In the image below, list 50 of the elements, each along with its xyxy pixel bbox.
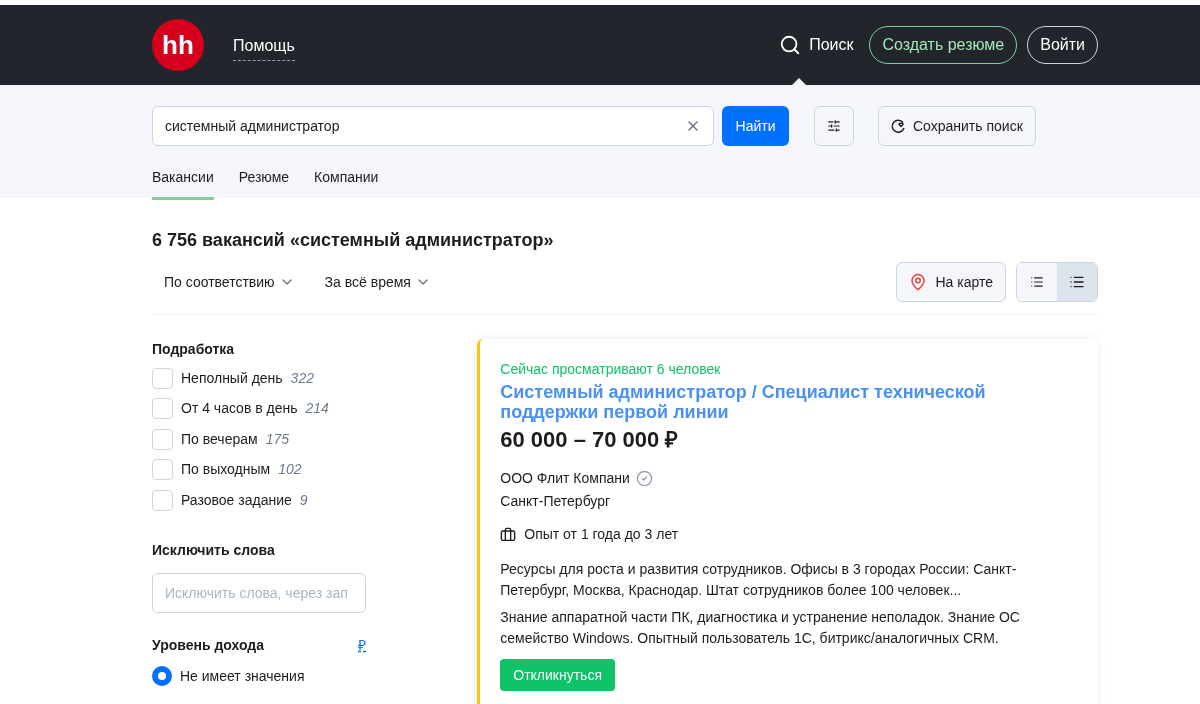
tab[interactable]: Вакансии — [152, 167, 214, 200]
option-count: 322 — [290, 368, 314, 388]
briefcase-icon — [500, 526, 517, 543]
map-button[interactable]: На карте — [896, 262, 1006, 302]
search-icon — [779, 34, 802, 56]
option-label: Не имеет значения — [180, 666, 305, 686]
view-mode-button[interactable] — [1057, 263, 1097, 301]
tab[interactable]: Компании — [314, 167, 379, 200]
filter-title: Подработка — [152, 340, 236, 359]
option-label: По вечерам — [181, 429, 258, 449]
tab[interactable]: Резюме — [238, 167, 290, 200]
search-field[interactable]: системный администратор — [152, 106, 714, 146]
view-mode-button[interactable] — [1017, 263, 1057, 301]
results-title: 6 756 вакансий «системный администратор» — [152, 229, 555, 252]
sliders-icon — [827, 119, 841, 133]
currency-link[interactable]: ₽ — [358, 634, 366, 656]
city: Санкт-Петербург — [500, 492, 612, 511]
checkbox[interactable] — [152, 459, 173, 481]
option-count: 102 — [278, 460, 302, 480]
option-label: Разовое задание — [181, 490, 292, 510]
viewers-note: Сейчас просматривают 6 человек — [500, 360, 722, 379]
exclude-words-field[interactable]: Исключить слова, через зап — [152, 572, 366, 613]
radio-button[interactable] — [152, 666, 172, 686]
list-icon — [1069, 274, 1085, 290]
logo[interactable]: hh — [152, 19, 204, 71]
vacancy-snippet: Знание аппаратной части ПК, диагностика и устранение неполадок. Знание ОС семейство Windows. Опытный пользователь 1С, битрикс/аналогичных CRM. — [500, 608, 1021, 648]
filter-title: Уровень дохода — [152, 635, 265, 655]
company-link[interactable]: ООО Флит Компани — [500, 468, 630, 489]
checkbox[interactable] — [152, 398, 173, 420]
checkbox[interactable] — [152, 489, 173, 511]
option-label: Неполный день — [181, 368, 283, 388]
experience: Опыт от 1 года до 3 лет — [524, 525, 679, 544]
salary: 60 000 – 70 000 ₽ — [500, 426, 680, 454]
filters-button[interactable] — [814, 106, 854, 146]
map-pin-icon — [909, 273, 928, 291]
list-icon — [1030, 275, 1044, 289]
option-count: 214 — [305, 399, 329, 419]
option-count: 175 — [265, 429, 289, 449]
checkbox[interactable] — [152, 428, 173, 450]
filter-title: Исключить слова — [152, 540, 276, 560]
option-label: По выходным — [181, 460, 271, 480]
help-link[interactable]: Помощь — [233, 33, 295, 61]
option-count: 9 — [299, 490, 308, 510]
find-button[interactable]: Найти — [722, 106, 789, 146]
option-label: От 4 часов в день — [181, 399, 298, 419]
vacancy-snippet: Ресурсы для роста и развития сотрудников. Офисы в 3 городах России: Санкт-Петербург, Москва, Краснодар. Штат сотрудников более 100 человек... — [500, 560, 1018, 600]
sort-dropdown[interactable]: За всё время — [324, 271, 431, 293]
checkbox[interactable] — [152, 367, 173, 389]
save-search-button[interactable]: Сохранить поиск — [878, 106, 1036, 146]
sort-dropdown[interactable]: По соответствию — [164, 271, 295, 293]
